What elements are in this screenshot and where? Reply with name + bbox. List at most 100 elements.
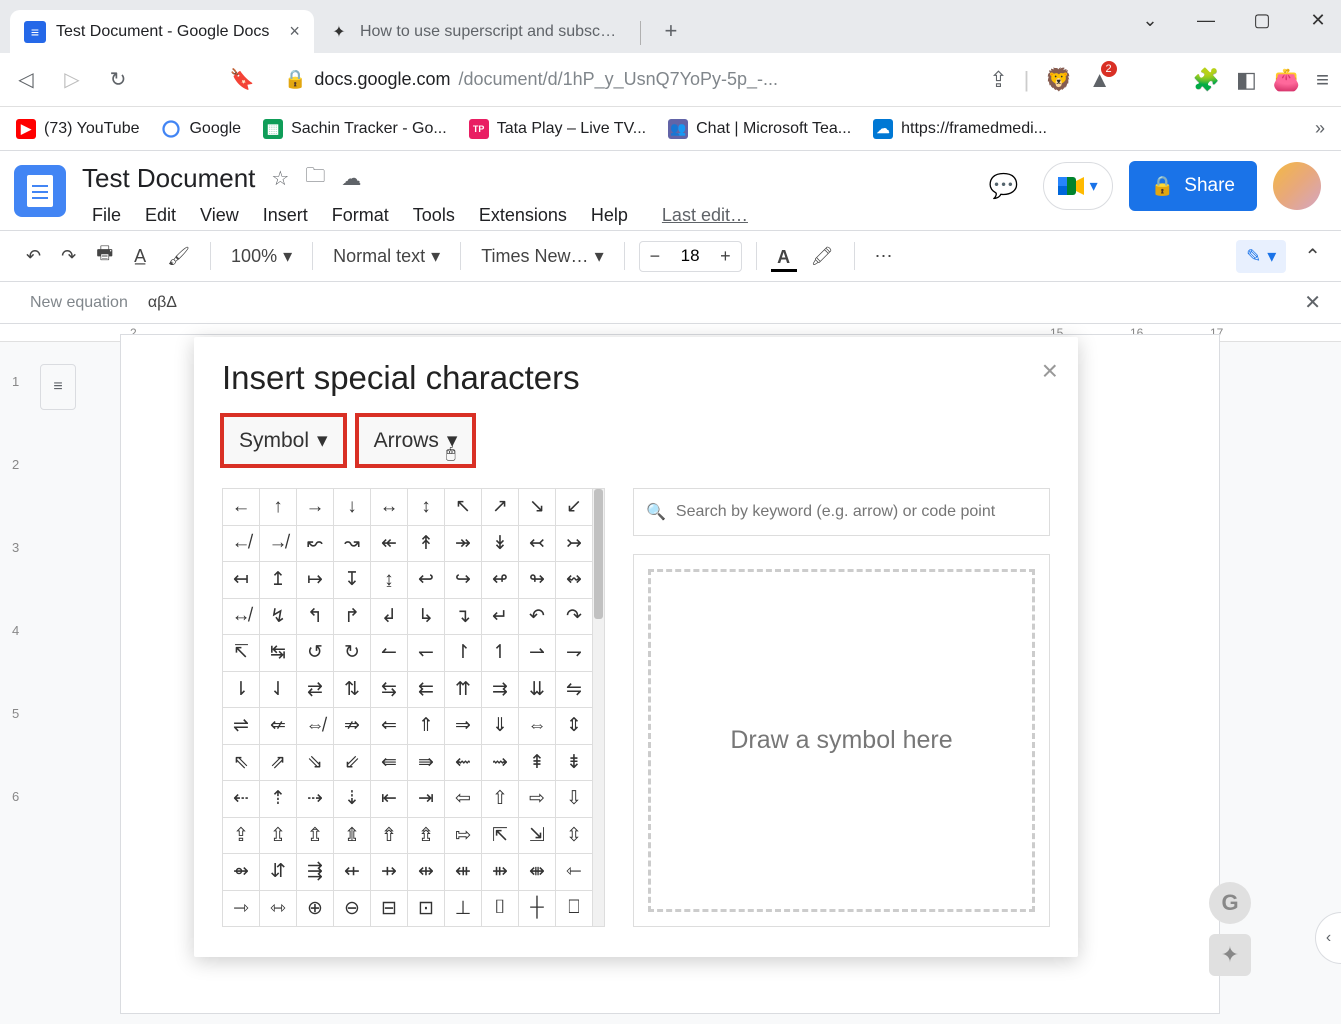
character-cell[interactable]: ⇶ [297,854,334,891]
bookmark-onedrive[interactable]: ☁https://framedmedi... [873,119,1047,139]
character-cell[interactable]: ⇦ [445,781,482,818]
brave-shield-icon[interactable]: 🦁 [1045,67,1072,93]
character-cell[interactable]: ⇫ [260,817,297,854]
character-cell[interactable]: ⇆ [371,671,408,708]
character-cell[interactable]: ↙ [556,489,593,526]
character-cell[interactable]: ⇯ [408,817,445,854]
character-cell[interactable]: ↪ [445,562,482,599]
character-cell[interactable]: ↗ [482,489,519,526]
character-cell[interactable]: ⇹ [408,854,445,891]
character-cell[interactable]: ⇛ [408,744,445,781]
new-equation-button[interactable]: New equation [30,294,128,312]
hide-menus-button[interactable]: ⌃ [1304,244,1321,269]
menu-file[interactable]: File [82,201,131,230]
menu-help[interactable]: Help [581,201,638,230]
menu-edit[interactable]: Edit [135,201,186,230]
increase-font-button[interactable]: + [710,242,741,271]
character-cell[interactable]: ⊥ [445,890,482,927]
character-cell[interactable]: ⇾ [223,890,260,927]
character-cell[interactable]: ⇣ [334,781,371,818]
decrease-font-button[interactable]: − [640,242,671,271]
character-cell[interactable]: ⇎ [297,708,334,745]
character-cell[interactable]: ⇗ [260,744,297,781]
menu-format[interactable]: Format [322,201,399,230]
tab-active[interactable]: ≡ Test Document - Google Docs × [10,10,314,53]
character-cell[interactable]: ⇟ [556,744,593,781]
docs-logo-icon[interactable] [14,165,66,217]
outline-toggle[interactable]: ≡ [40,364,76,410]
character-cell[interactable]: ↳ [408,598,445,635]
character-cell[interactable]: ↧ [334,562,371,599]
cloud-icon[interactable]: ☁ [341,166,361,191]
character-cell[interactable]: ↤ [223,562,260,599]
highlight-button[interactable]: 🖍 [805,240,840,273]
character-cell[interactable]: ⇩ [556,781,593,818]
character-cell[interactable]: ⇻ [482,854,519,891]
forward-button[interactable]: ▷ [58,66,86,94]
bookmark-overflow-icon[interactable]: » [1315,118,1325,139]
character-cell[interactable]: ↑ [260,489,297,526]
character-cell[interactable]: ⇏ [334,708,371,745]
character-cell[interactable]: ⇄ [297,671,334,708]
minimize-icon[interactable]: — [1191,10,1221,31]
character-cell[interactable]: ↭ [556,562,593,599]
character-cell[interactable]: ↕ [408,489,445,526]
character-cell[interactable]: ⇖ [223,744,260,781]
character-cell[interactable]: ↰ [297,598,334,635]
menu-tools[interactable]: Tools [403,201,465,230]
character-cell[interactable]: ⇀ [519,635,556,672]
character-cell[interactable]: ↸ [223,635,260,672]
greek-letters-icon[interactable]: αβΔ [148,294,177,312]
character-cell[interactable]: ← [223,489,260,526]
character-cell[interactable]: ↺ [297,635,334,672]
character-cell[interactable]: ⇸ [371,854,408,891]
character-cell[interactable]: ⇰ [445,817,482,854]
character-cell[interactable]: ↥ [260,562,297,599]
last-edit-link[interactable]: Last edit… [652,201,758,230]
character-cell[interactable]: ⇉ [482,671,519,708]
character-cell[interactable]: ↮ [223,598,260,635]
search-input[interactable] [676,503,1037,521]
explore-icon[interactable]: ✦ [1209,934,1251,976]
menu-extensions[interactable]: Extensions [469,201,577,230]
bookmark-teams[interactable]: 👥Chat | Microsoft Tea... [668,119,851,139]
share-url-icon[interactable]: ⇪ [989,67,1007,93]
character-cell[interactable]: ⇲ [519,817,556,854]
character-cell[interactable]: ⇼ [519,854,556,891]
grammarly-icon[interactable]: G [1209,882,1251,924]
character-cell[interactable]: ⇽ [556,854,593,891]
grid-scrollbar[interactable] [593,488,605,927]
character-cell[interactable]: ⇊ [519,671,556,708]
side-panel-toggle[interactable]: ‹ [1315,912,1341,964]
character-cell[interactable]: ⇜ [445,744,482,781]
character-cell[interactable]: ↜ [297,525,334,562]
document-title[interactable]: Test Document [82,163,255,194]
character-cell[interactable]: ⇌ [223,708,260,745]
menu-view[interactable]: View [190,201,249,230]
character-cell[interactable]: ⇒ [445,708,482,745]
sidebar-icon[interactable]: ◧ [1236,67,1257,93]
star-icon[interactable]: ☆ [271,166,289,191]
character-cell[interactable]: ↚ [223,525,260,562]
character-cell[interactable]: ⇐ [371,708,408,745]
character-cell[interactable]: ⇧ [482,781,519,818]
character-cell[interactable]: ⇇ [408,671,445,708]
character-cell[interactable]: ⊟ [371,890,408,927]
character-cell[interactable]: ↠ [445,525,482,562]
character-cell[interactable]: ↿ [482,635,519,672]
brave-rewards-icon[interactable]: ▲ [1089,67,1111,93]
character-cell[interactable]: ⊡ [408,890,445,927]
character-cell[interactable]: ↵ [482,598,519,635]
new-tab-button[interactable]: + [653,13,689,49]
share-button[interactable]: 🔒 Share [1129,161,1257,211]
move-icon[interactable]: 🗀 [305,161,325,195]
character-cell[interactable]: ↻ [334,635,371,672]
character-cell[interactable]: ↡ [482,525,519,562]
character-cell[interactable]: ⇃ [260,671,297,708]
character-cell[interactable]: ↣ [556,525,593,562]
character-cell[interactable]: ⇈ [445,671,482,708]
character-cell[interactable]: ↬ [519,562,556,599]
character-cell[interactable]: ⇝ [482,744,519,781]
undo-button[interactable]: ↶ [20,240,47,273]
character-cell[interactable]: ↞ [371,525,408,562]
